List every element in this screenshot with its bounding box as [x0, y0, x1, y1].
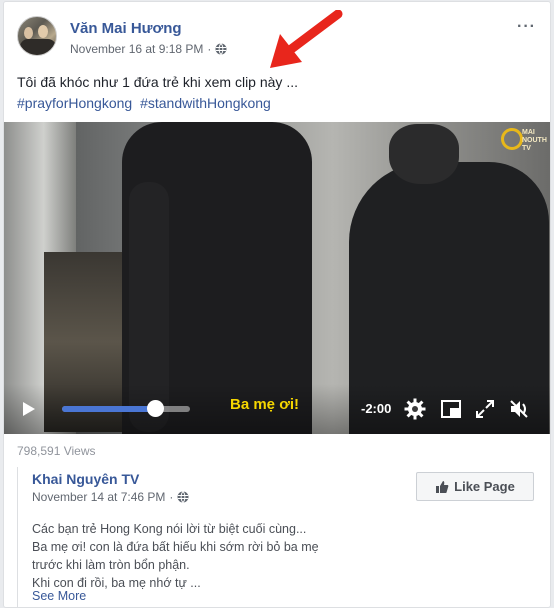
fullscreen-icon[interactable] [474, 398, 496, 420]
video-frame-person-right-head [389, 124, 459, 184]
shared-text-line: Ba mẹ ơi! con là đứa bất hiếu khi sớm rờ… [32, 540, 319, 554]
settings-gear-icon[interactable] [404, 398, 426, 420]
shared-meta: November 14 at 7:46 PM · [32, 490, 189, 504]
like-page-label: Like Page [454, 479, 515, 494]
author-name[interactable]: Văn Mai Hương [70, 20, 182, 37]
post-meta: November 16 at 9:18 PM · [70, 42, 227, 56]
video-player[interactable]: MAI NOUTH TV Ba mẹ ơi! -2:00 [4, 122, 550, 434]
video-remaining-time: -2:00 [361, 401, 392, 416]
play-icon[interactable] [22, 401, 36, 417]
author-avatar[interactable] [17, 16, 57, 56]
shared-text-line: Các bạn trẻ Hong Kong nói lời từ biệt cu… [32, 522, 307, 536]
post-text: Tôi đã khóc như 1 đứa trẻ khi xem clip n… [17, 74, 298, 90]
channel-logo: MAI NOUTH TV [501, 126, 547, 156]
shared-timestamp[interactable]: November 14 at 7:46 PM [32, 490, 165, 504]
thumbs-up-icon [436, 480, 449, 493]
more-options-button[interactable]: ··· [517, 18, 536, 36]
post-timestamp[interactable]: November 16 at 9:18 PM [70, 42, 203, 56]
video-subtitle: Ba mẹ ơi! [230, 396, 300, 413]
see-more-link[interactable]: See More [32, 589, 86, 603]
channel-logo-text: MAI NOUTH TV [522, 129, 547, 152]
shared-post-text: Các bạn trẻ Hong Kong nói lời từ biệt cu… [32, 520, 319, 592]
view-count: 798,591 Views [17, 444, 96, 458]
shared-meta-separator: · [169, 490, 174, 504]
mute-icon[interactable] [508, 398, 530, 420]
shared-page-name[interactable]: Khai Nguyên TV [32, 471, 139, 487]
meta-separator: · [207, 42, 212, 56]
video-scrubber-handle[interactable] [147, 400, 164, 417]
post-hashtags: #prayforHongkong #standwithHongkong [17, 93, 275, 113]
picture-in-picture-icon[interactable] [440, 398, 462, 420]
video-progress-fill [62, 406, 155, 412]
post-card: Văn Mai Hương November 16 at 9:18 PM · ·… [3, 1, 551, 608]
shared-text-line: trước khi làm tròn bổn phận. [32, 558, 190, 572]
like-page-button[interactable]: Like Page [416, 472, 534, 501]
hashtag-standwithhongkong[interactable]: #standwithHongkong [140, 95, 271, 111]
globe-icon[interactable] [215, 43, 227, 55]
video-progress-track[interactable] [62, 406, 190, 412]
shared-post: Khai Nguyên TV November 14 at 7:46 PM · … [17, 467, 539, 607]
globe-icon[interactable] [177, 491, 189, 503]
red-arrow-annotation [270, 10, 343, 68]
hashtag-prayforhongkong[interactable]: #prayforHongkong [17, 95, 132, 111]
